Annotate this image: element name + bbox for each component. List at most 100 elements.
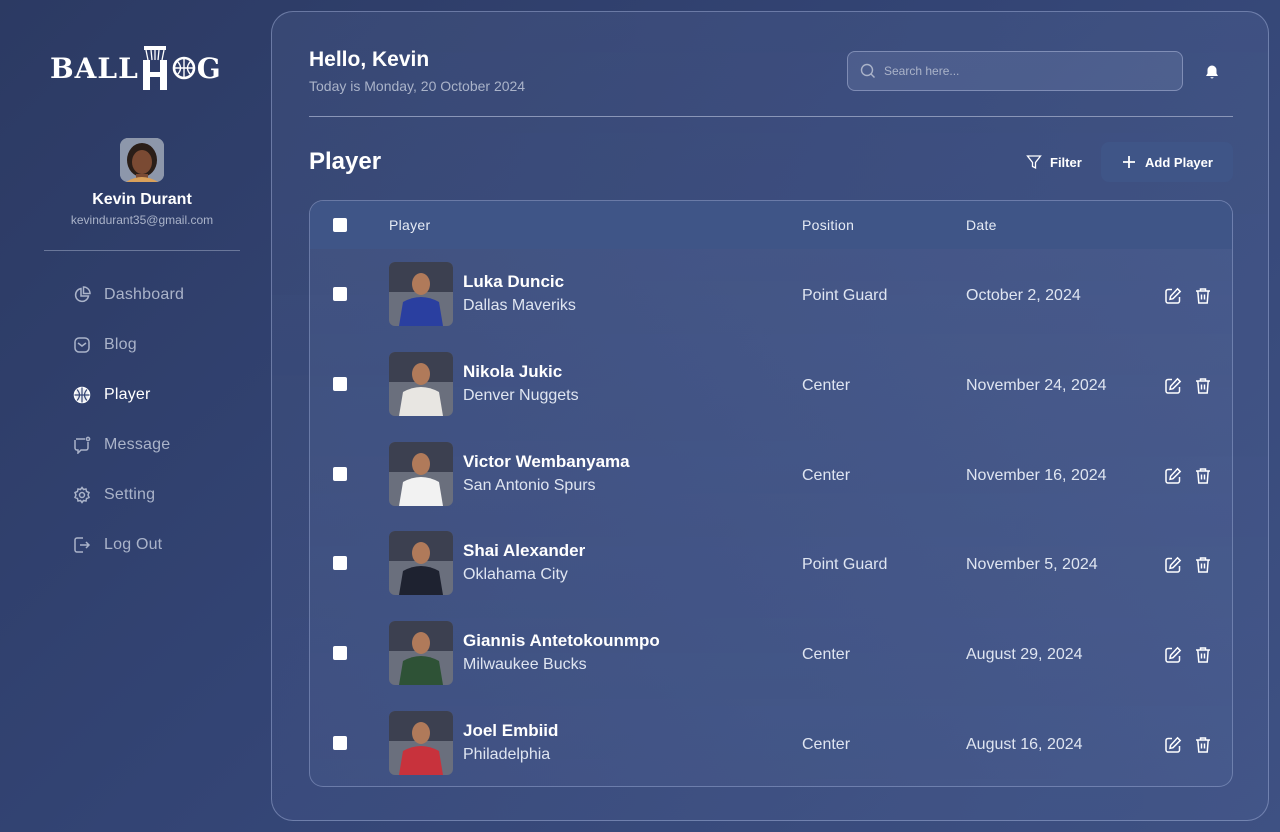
ballhog-logo[interactable]: BALL G (50, 40, 222, 96)
edit-icon[interactable] (1163, 466, 1183, 486)
profile-name: Kevin Durant (92, 191, 192, 208)
row-checkbox[interactable] (333, 735, 347, 750)
player-position: Center (802, 466, 851, 484)
player-date: October 2, 2024 (966, 287, 1081, 304)
table-header: Player Position Date (310, 201, 1232, 249)
add-player-button[interactable]: Add Player (1101, 142, 1233, 182)
player-date: August 29, 2024 (966, 646, 1083, 664)
player-photo (389, 262, 453, 326)
basketball-logo-icon (172, 56, 196, 80)
edit-icon[interactable] (1163, 376, 1183, 396)
player-date: November 16, 2024 (966, 466, 1107, 484)
sidebar-item-label: Message (104, 436, 171, 453)
player-position: Center (802, 735, 851, 753)
main-panel: Hello, Kevin Today is Monday, 20 October… (271, 11, 1269, 821)
player-photo (389, 621, 453, 686)
row-checkbox[interactable] (333, 287, 347, 301)
basketball-icon (72, 385, 92, 405)
sidebar-item-player[interactable]: Player (72, 380, 252, 410)
search-input[interactable] (884, 64, 1164, 78)
hoop-icon (142, 46, 167, 90)
column-header-date: Date (966, 217, 997, 233)
player-team: San Antonio Spurs (463, 476, 596, 494)
edit-icon[interactable] (1163, 286, 1183, 306)
player-team: Denver Nuggets (463, 386, 579, 404)
table-row: Nikola Jukic Denver Nuggets Center Novem… (310, 339, 1232, 429)
sidebar-item-message[interactable]: Message (72, 430, 252, 460)
add-player-label: Add Player (1145, 154, 1213, 170)
header-divider (309, 116, 1233, 117)
pie-chart-icon (72, 285, 92, 305)
player-name[interactable]: Giannis Antetokounmpo (463, 631, 660, 651)
player-team: Philadelphia (463, 745, 551, 763)
player-position: Point Guard (802, 556, 888, 574)
edit-icon[interactable] (1163, 735, 1183, 755)
blog-icon (72, 335, 92, 355)
trash-icon[interactable] (1193, 376, 1213, 396)
trash-icon[interactable] (1193, 555, 1213, 575)
table-row: Shai Alexander Oklahama City Point Guard… (310, 518, 1232, 608)
logout-icon (72, 535, 92, 555)
table-row: Joel Embiid Philadelphia Center August 1… (310, 698, 1232, 786)
sidebar-nav: Dashboard Blog Player Message Setting Lo… (72, 280, 252, 580)
trash-icon[interactable] (1193, 466, 1213, 486)
avatar[interactable] (120, 138, 164, 182)
sidebar-divider (44, 250, 240, 251)
greeting: Hello, Kevin (309, 48, 430, 71)
player-position: Center (802, 376, 851, 394)
sidebar-item-blog[interactable]: Blog (72, 330, 252, 360)
player-name[interactable]: Shai Alexander (463, 541, 585, 561)
trash-icon[interactable] (1193, 286, 1213, 306)
table-body: Luka Duncic Dallas Maveriks Point Guard … (310, 249, 1232, 786)
player-date: November 24, 2024 (966, 376, 1107, 394)
players-table: Player Position Date Luka Duncic Dallas … (309, 200, 1233, 787)
sidebar: BALL G Kevin Durant kevindurant35@gmail.… (0, 0, 272, 832)
gear-icon (72, 485, 92, 505)
column-header-position: Position (802, 217, 855, 233)
trash-icon[interactable] (1193, 735, 1213, 755)
player-name[interactable]: Luka Duncic (463, 272, 564, 292)
sidebar-item-label: Log Out (104, 536, 163, 553)
player-team: Milwaukee Bucks (463, 656, 587, 674)
avatar-image (120, 138, 164, 182)
player-name[interactable]: Nikola Jukic (463, 362, 562, 382)
search-icon (860, 63, 876, 79)
row-checkbox[interactable] (333, 376, 347, 391)
player-team: Dallas Maveriks (463, 297, 576, 314)
player-name[interactable]: Victor Wembanyama (463, 452, 630, 472)
notification-bell-icon[interactable] (1202, 62, 1222, 82)
table-row: Victor Wembanyama San Antonio Spurs Cent… (310, 429, 1232, 519)
plus-icon (1121, 154, 1137, 170)
table-row: Giannis Antetokounmpo Milwaukee Bucks Ce… (310, 608, 1232, 698)
search-box[interactable] (847, 51, 1183, 91)
edit-icon[interactable] (1163, 555, 1183, 575)
logo-text-left: BALL (50, 51, 139, 85)
row-checkbox[interactable] (333, 556, 347, 571)
sidebar-item-dashboard[interactable]: Dashboard (72, 280, 252, 310)
sidebar-item-label: Blog (104, 336, 137, 353)
filter-button[interactable]: Filter (1026, 150, 1082, 174)
row-checkbox[interactable] (333, 646, 347, 661)
sidebar-item-logout[interactable]: Log Out (72, 530, 252, 560)
sidebar-item-label: Dashboard (104, 286, 185, 303)
player-photo (389, 531, 453, 596)
sidebar-item-label: Setting (104, 486, 156, 503)
player-date: August 16, 2024 (966, 735, 1083, 753)
sidebar-item-setting[interactable]: Setting (72, 480, 252, 510)
filter-label: Filter (1050, 154, 1082, 170)
player-photo (389, 351, 453, 416)
player-position: Point Guard (802, 287, 888, 304)
player-photo (389, 710, 453, 775)
player-photo (389, 441, 453, 506)
table-row: Luka Duncic Dallas Maveriks Point Guard … (310, 249, 1232, 339)
row-checkbox[interactable] (333, 466, 347, 481)
player-team: Oklahama City (463, 566, 568, 584)
edit-icon[interactable] (1163, 645, 1183, 665)
profile-email: kevindurant35@gmail.com (70, 213, 214, 227)
trash-icon[interactable] (1193, 645, 1213, 665)
today-date: Today is Monday, 20 October 2024 (309, 78, 526, 94)
player-name[interactable]: Joel Embiid (463, 721, 558, 741)
select-all-checkbox[interactable] (333, 218, 347, 232)
sidebar-item-label: Player (104, 386, 151, 403)
filter-icon (1026, 154, 1042, 170)
